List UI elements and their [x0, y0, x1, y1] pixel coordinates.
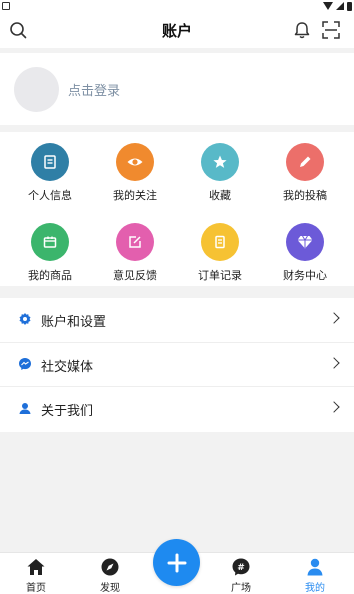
edit-icon — [116, 223, 154, 261]
grid-item-orders[interactable]: 订单记录 — [176, 223, 264, 287]
tab-discover[interactable]: 发现 — [80, 553, 140, 594]
avatar[interactable] — [14, 67, 59, 112]
grid-item-finance[interactable]: 财务中心 — [261, 223, 349, 287]
star-icon — [201, 143, 239, 181]
svg-text:#: # — [237, 563, 245, 573]
scan-icon[interactable] — [321, 20, 341, 40]
compass-icon — [101, 558, 119, 576]
id-card-icon — [31, 143, 69, 181]
login-card[interactable]: 点击登录 — [0, 53, 354, 125]
grid-item-follows[interactable]: 我的关注 — [91, 143, 179, 207]
grid-item-submissions[interactable]: 我的投稿 — [261, 143, 349, 207]
tab-label: 发现 — [100, 583, 120, 594]
eye-icon — [116, 143, 154, 181]
menu-label: 社交媒体 — [41, 359, 94, 375]
tab-label: 我的 — [305, 583, 325, 594]
menu-item-social-media[interactable]: 社交媒体 — [0, 343, 354, 387]
status-bar — [0, 0, 354, 12]
tab-plaza[interactable]: # 广场 — [211, 553, 271, 594]
grid-label: 我的投稿 — [283, 189, 327, 202]
feature-grid: 个人信息 我的关注 收藏 我的投稿 我的商品 意见反馈 订单记录 财务中心 — [0, 132, 354, 286]
person-icon — [307, 558, 323, 576]
diamond-icon — [286, 223, 324, 261]
status-icons — [323, 0, 352, 12]
hashtag-icon: # — [232, 558, 250, 576]
grid-label: 订单记录 — [198, 269, 242, 282]
plus-icon — [167, 553, 186, 572]
menu-item-about-us[interactable]: 关于我们 — [0, 387, 354, 432]
user-support-icon — [19, 403, 31, 414]
messenger-icon — [19, 357, 31, 370]
pencil-icon — [286, 143, 324, 181]
chevron-right-icon — [328, 356, 340, 369]
login-prompt[interactable]: 点击登录 — [68, 80, 120, 99]
signal-icon — [336, 2, 344, 10]
bell-icon[interactable] — [292, 20, 312, 40]
settings-menu: 账户和设置 社交媒体 关于我们 — [0, 298, 354, 432]
grid-item-profile[interactable]: 个人信息 — [6, 143, 94, 207]
app-header: 账户 — [0, 12, 354, 48]
grid-label: 意见反馈 — [113, 269, 157, 282]
grid-label: 收藏 — [209, 189, 231, 202]
wifi-icon — [323, 2, 333, 10]
gear-icon — [19, 313, 31, 325]
grid-item-products[interactable]: 我的商品 — [6, 223, 94, 287]
grid-label: 我的商品 — [28, 269, 72, 282]
menu-label: 账户和设置 — [41, 315, 107, 330]
tab-mine[interactable]: 我的 — [285, 553, 345, 594]
grid-item-feedback[interactable]: 意见反馈 — [91, 223, 179, 287]
battery-icon — [347, 1, 352, 11]
tab-label: 首页 — [26, 583, 46, 594]
grid-label: 我的关注 — [113, 189, 157, 202]
tab-home[interactable]: 首页 — [6, 553, 66, 594]
box-icon — [31, 223, 69, 261]
chevron-right-icon — [328, 312, 340, 324]
notification-icon — [2, 2, 10, 10]
tab-label: 广场 — [231, 583, 251, 594]
receipt-icon — [201, 223, 239, 261]
create-post-button[interactable] — [153, 539, 200, 586]
grid-item-favorites[interactable]: 收藏 — [176, 143, 264, 207]
grid-label: 个人信息 — [28, 189, 72, 202]
home-icon — [27, 559, 45, 575]
chevron-right-icon — [328, 401, 340, 413]
menu-label: 关于我们 — [41, 404, 94, 419]
grid-label: 财务中心 — [283, 269, 327, 282]
menu-item-account-settings[interactable]: 账户和设置 — [0, 298, 354, 343]
